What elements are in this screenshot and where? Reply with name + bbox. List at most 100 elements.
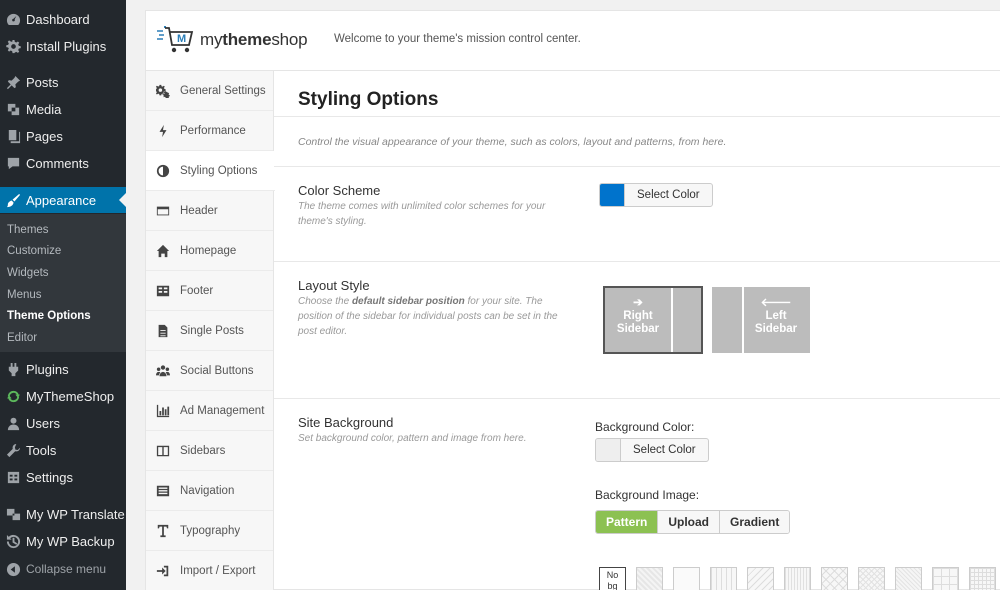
color-scheme-title: Color Scheme <box>298 183 381 198</box>
current-menu-arrow <box>119 193 126 207</box>
pattern-swatch[interactable] <box>895 567 922 590</box>
submenu-widgets[interactable]: Widgets <box>7 267 49 279</box>
color-swatch <box>600 184 625 206</box>
pattern-swatch[interactable] <box>932 567 959 590</box>
admin-sidebar: Dashboard Install Plugins Posts Media Pa… <box>0 0 126 590</box>
menu-appearance[interactable]: Appearance <box>0 187 126 213</box>
backup-icon <box>0 534 26 549</box>
pattern-swatch[interactable] <box>784 567 811 590</box>
tab-homepage[interactable]: Homepage <box>146 231 273 271</box>
dashboard-icon <box>0 12 26 27</box>
appearance-submenu: Themes Customize Widgets Menus Theme Opt… <box>0 214 126 352</box>
submenu-theme-options[interactable]: Theme Options <box>7 310 91 322</box>
page-title: Styling Options <box>298 89 439 110</box>
theme-options-panel: M mythemeshop Welcome to your theme's mi… <box>145 10 1000 590</box>
menu-users[interactable]: Users <box>0 410 126 436</box>
background-color-picker-button[interactable]: Select Color <box>595 438 709 462</box>
color-scheme-desc: The theme comes with unlimited color sch… <box>298 201 546 227</box>
tab-header[interactable]: Header <box>146 191 273 231</box>
tab-navigation[interactable]: Navigation <box>146 471 273 511</box>
tab-performance[interactable]: Performance <box>146 111 273 151</box>
menu-plugins[interactable]: Plugins <box>0 356 126 382</box>
upload-option[interactable]: Upload <box>658 511 721 533</box>
table-icon <box>146 284 180 298</box>
select-color-label: Select Color <box>637 189 700 201</box>
submenu-customize[interactable]: Customize <box>7 245 61 257</box>
bolt-icon <box>146 124 180 138</box>
adjust-icon <box>146 164 180 178</box>
plugin-icon <box>0 362 26 377</box>
columns-icon <box>146 444 180 458</box>
color-scheme-picker-button[interactable]: Select Color <box>599 183 713 207</box>
pattern-swatch[interactable] <box>673 567 700 590</box>
tab-import-export[interactable]: Import / Export <box>146 551 273 590</box>
menu-install-plugins[interactable]: Install Plugins <box>0 33 126 59</box>
gradient-option[interactable]: Gradient <box>720 511 790 533</box>
pattern-swatch[interactable] <box>969 567 996 590</box>
tab-sidebars[interactable]: Sidebars <box>146 431 273 471</box>
site-background-title: Site Background <box>298 415 394 430</box>
pattern-swatch[interactable] <box>710 567 737 590</box>
collapse-menu-button[interactable]: Collapse menu <box>0 556 126 582</box>
background-image-label: Background Image: <box>595 488 700 502</box>
menu-comments[interactable]: Comments <box>0 150 126 176</box>
submenu-themes[interactable]: Themes <box>7 224 49 236</box>
menu-dashboard[interactable]: Dashboard <box>0 6 126 32</box>
tab-styling-options[interactable]: Styling Options <box>146 151 275 191</box>
svg-text:M: M <box>177 33 186 45</box>
divider <box>274 398 1000 399</box>
layout-divider <box>671 288 673 352</box>
options-tabs: General Settings Performance Styling Opt… <box>146 71 275 590</box>
divider <box>274 116 1000 117</box>
submenu-menus[interactable]: Menus <box>7 289 42 301</box>
cart-logo-icon: M <box>157 26 194 53</box>
layout-style-desc: Choose the default sidebar position for … <box>298 296 558 337</box>
menu-my-wp-backup[interactable]: My WP Backup <box>0 528 126 554</box>
settings-icon <box>0 470 26 485</box>
tab-general-settings[interactable]: General Settings <box>146 71 273 111</box>
list-icon <box>146 484 180 498</box>
layout-left-sidebar-option[interactable]: 🡐 Left Sidebar <box>712 287 810 353</box>
mythemeshop-logo[interactable]: M mythemeshop <box>156 24 308 56</box>
section-intro: Control the visual appearance of your th… <box>298 136 727 148</box>
layout-right-sidebar-option[interactable]: ➔ Right Sidebar <box>603 286 703 354</box>
menu-tools[interactable]: Tools <box>0 437 126 463</box>
site-background-desc: Set background color, pattern and image … <box>298 433 527 444</box>
pattern-swatch[interactable] <box>747 567 774 590</box>
pattern-swatch[interactable] <box>858 567 885 590</box>
background-color-label: Background Color: <box>595 420 695 434</box>
menu-my-wp-translate[interactable]: My WP Translate <box>0 501 126 527</box>
pin-icon <box>0 75 26 90</box>
background-image-type-toggle: Pattern Upload Gradient <box>595 510 791 534</box>
tab-single-posts[interactable]: Single Posts <box>146 311 273 351</box>
layout-style-title: Layout Style <box>298 278 370 293</box>
sign-in-icon <box>146 564 180 578</box>
tab-footer[interactable]: Footer <box>146 271 273 311</box>
menu-settings[interactable]: Settings <box>0 464 126 490</box>
media-icon <box>0 102 26 117</box>
pages-icon <box>0 129 26 144</box>
menu-mythemeshop[interactable]: MyThemeShop <box>0 383 126 409</box>
menu-media[interactable]: Media <box>0 96 126 122</box>
color-swatch <box>596 439 621 461</box>
layout-left-label: 🡐 Left Sidebar <box>754 297 798 335</box>
submenu-editor[interactable]: Editor <box>7 332 37 344</box>
pattern-option[interactable]: Pattern <box>596 511 659 533</box>
pattern-no-bg[interactable]: No bg <box>599 567 626 590</box>
translate-icon <box>0 507 26 522</box>
tab-typography[interactable]: Typography <box>146 511 273 551</box>
options-content: Styling Options Control the visual appea… <box>274 71 1000 590</box>
pattern-swatch[interactable] <box>821 567 848 590</box>
gears-icon <box>146 84 180 98</box>
tab-social-buttons[interactable]: Social Buttons <box>146 351 273 391</box>
tab-ad-management[interactable]: Ad Management <box>146 391 273 431</box>
divider <box>274 261 1000 262</box>
divider <box>274 166 1000 167</box>
file-icon <box>146 324 180 338</box>
panel-header: M mythemeshop Welcome to your theme's mi… <box>146 11 1000 71</box>
layout-right-label: ➔ Right Sidebar <box>616 297 660 335</box>
menu-pages[interactable]: Pages <box>0 123 126 149</box>
pattern-swatch[interactable] <box>636 567 663 590</box>
user-icon <box>0 416 26 431</box>
menu-posts[interactable]: Posts <box>0 69 126 95</box>
